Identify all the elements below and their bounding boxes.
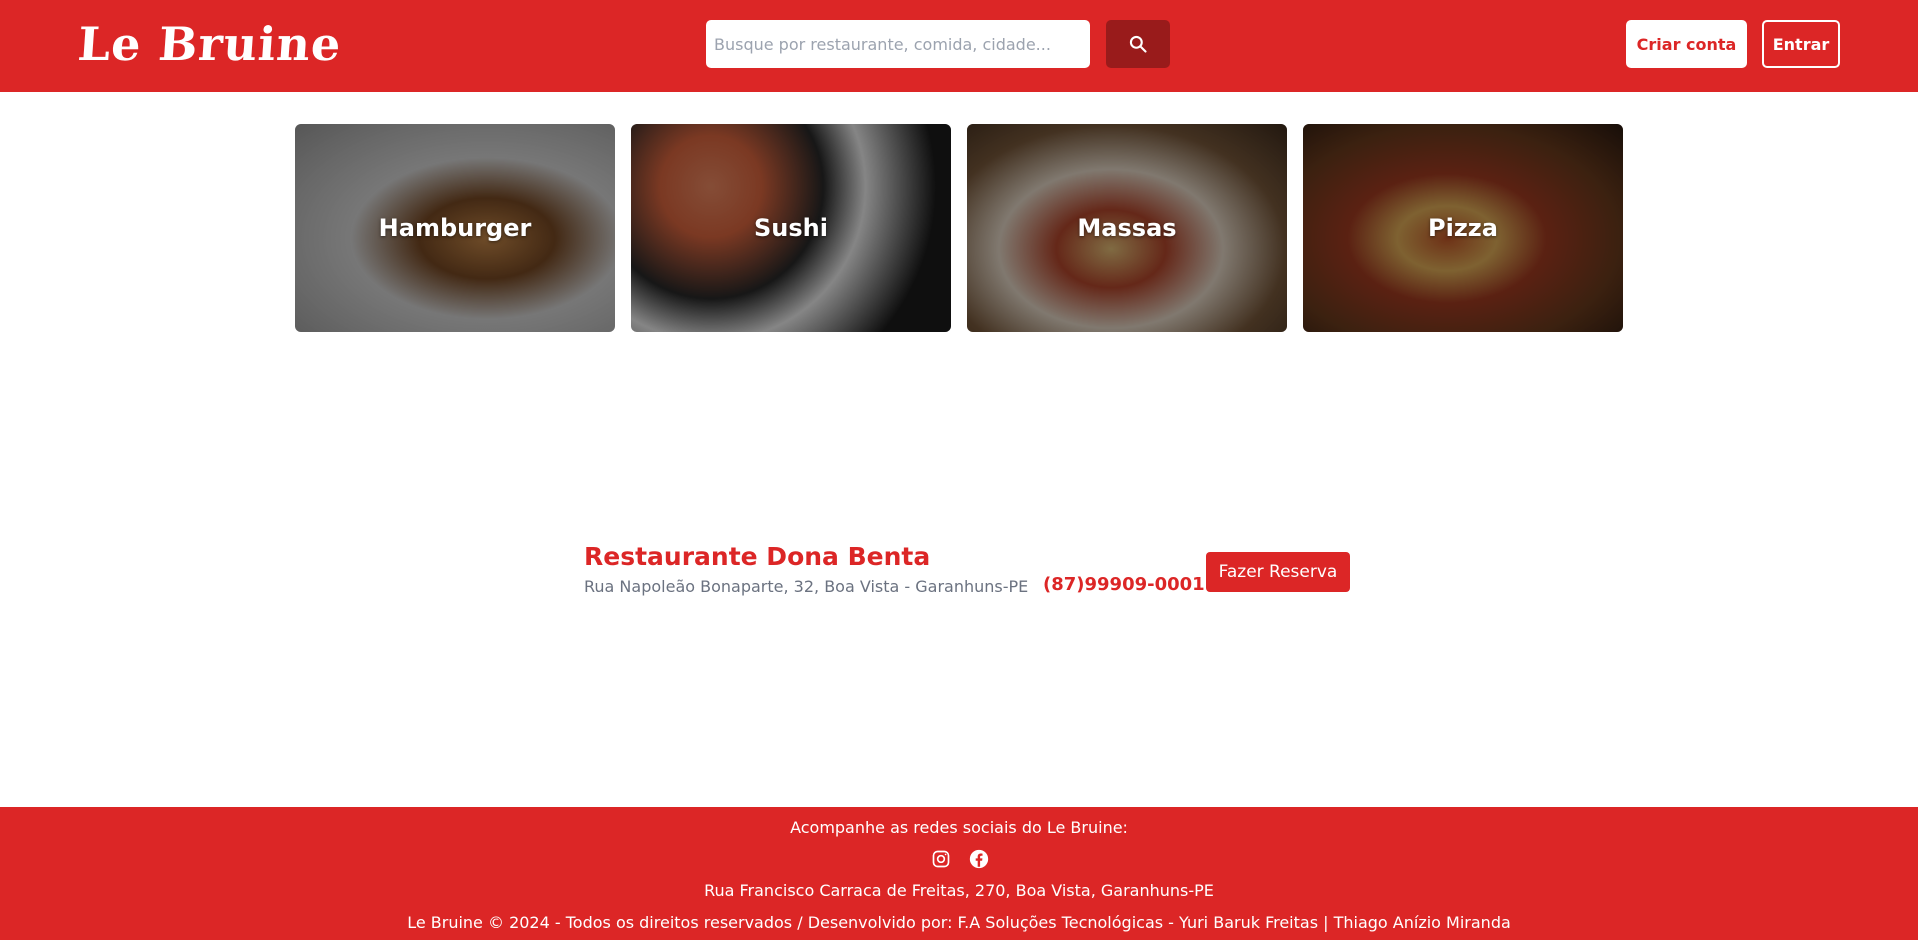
footer-copyright: Le Bruine © 2024 - Todos os direitos res… <box>407 913 1511 932</box>
social-icons <box>930 848 990 870</box>
category-hamburger[interactable]: Hamburger <box>295 124 615 332</box>
top-header: Le Bruine Criar conta Entrar <box>0 0 1918 92</box>
reserve-button[interactable]: Fazer Reserva <box>1206 552 1350 592</box>
search-input[interactable] <box>706 20 1090 68</box>
logo[interactable]: Le Bruine <box>76 14 344 74</box>
category-label: Hamburger <box>378 214 532 242</box>
restaurant-name[interactable]: Restaurante Dona Benta <box>584 542 930 571</box>
category-label: Sushi <box>754 214 828 242</box>
category-label: Pizza <box>1428 214 1498 242</box>
create-account-button[interactable]: Criar conta <box>1626 20 1747 68</box>
category-sushi[interactable]: Sushi <box>631 124 951 332</box>
instagram-icon[interactable] <box>930 848 952 870</box>
category-pizza[interactable]: Pizza <box>1303 124 1623 332</box>
footer-address: Rua Francisco Carraca de Freitas, 270, B… <box>704 881 1214 900</box>
search-icon <box>1129 35 1147 53</box>
search-button[interactable] <box>1106 20 1170 68</box>
restaurant-phone: (87)99909-0001 <box>1043 574 1205 595</box>
restaurant-address: Rua Napoleão Bonaparte, 32, Boa Vista - … <box>584 577 1029 596</box>
category-label: Massas <box>1077 214 1177 242</box>
category-massas[interactable]: Massas <box>967 124 1287 332</box>
facebook-icon[interactable] <box>968 848 990 870</box>
search-box <box>706 20 1090 68</box>
footer-social-text: Acompanhe as redes sociais do Le Bruine: <box>790 818 1128 837</box>
login-button[interactable]: Entrar <box>1762 20 1840 68</box>
